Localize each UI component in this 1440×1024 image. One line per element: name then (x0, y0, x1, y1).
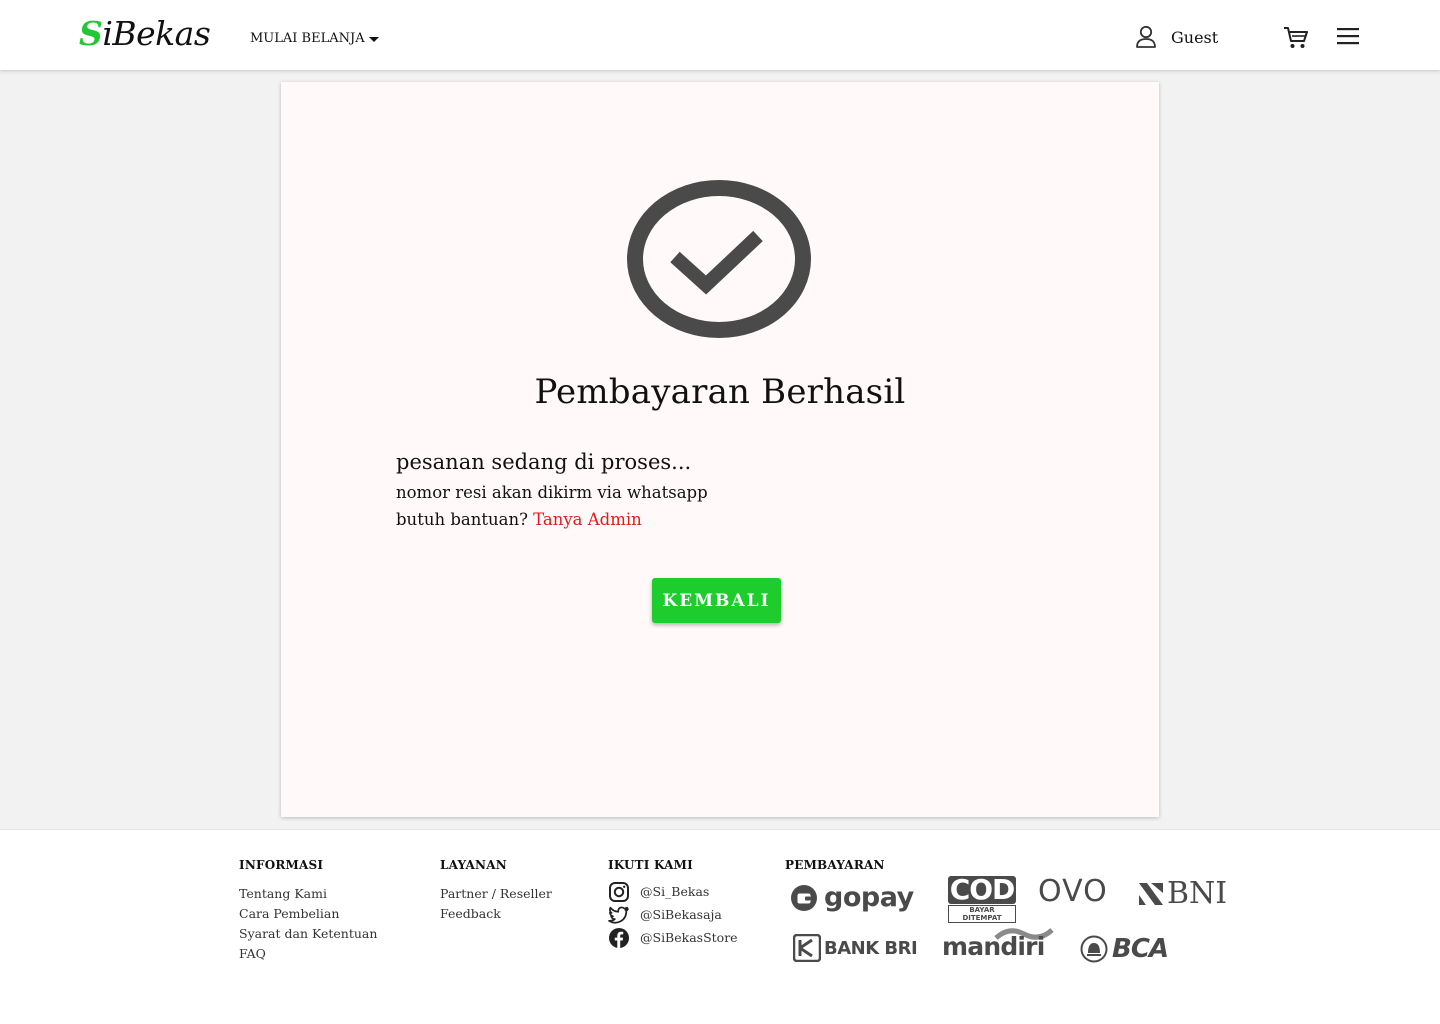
bri-logo: BANK BRI (793, 934, 918, 962)
success-check-icon (626, 179, 812, 339)
bri-mark-icon (793, 934, 821, 962)
bni-mark-icon (1139, 882, 1163, 905)
mandiri-text: mandiri (942, 932, 1045, 961)
footer-link-feedback[interactable]: Feedback (440, 904, 552, 924)
brand-logo[interactable]: SiBekas (79, 14, 211, 53)
footer-link-partner[interactable]: Partner / Reseller (440, 884, 552, 904)
user-label: Guest (1171, 27, 1219, 47)
footer-link-syarat[interactable]: Syarat dan Ketentuan (239, 924, 377, 944)
payment-success-card: Pembayaran Berhasil pesanan sedang di pr… (281, 82, 1159, 817)
facebook-link[interactable]: @SiBekasStore (608, 926, 738, 949)
footer-ikuti-kami: IKUTI KAMI @Si_Bekas @SiBekasaja @SiBeka… (608, 858, 738, 949)
hamburger-menu-button[interactable] (1337, 27, 1359, 49)
processing-message: pesanan sedang di proses... (396, 450, 692, 474)
bni-logo: BNI (1137, 876, 1227, 911)
instagram-handle: @Si_Bekas (640, 884, 710, 899)
gopay-logo: gopay (790, 882, 914, 913)
logo-text: iBekas (102, 14, 211, 53)
hamburger-icon (1337, 28, 1359, 45)
cod-logo: COD BAYAR DITEMPAT (948, 876, 1016, 923)
help-prefix: butuh bantuan? (396, 510, 528, 529)
top-navbar: SiBekas MULAI BELANJA Guest (0, 0, 1440, 70)
instagram-link[interactable]: @Si_Bekas (608, 880, 738, 903)
footer-informasi: INFORMASI Tentang Kami Cara Pembelian Sy… (239, 858, 377, 964)
footer-heading-layanan: LAYANAN (440, 858, 507, 872)
site-footer: INFORMASI Tentang Kami Cara Pembelian Sy… (0, 829, 1440, 1024)
shop-menu-dropdown[interactable]: MULAI BELANJA (250, 31, 379, 46)
cart-icon (1284, 27, 1308, 48)
bni-text: BNI (1167, 876, 1228, 911)
page-title: Pembayaran Berhasil (534, 372, 906, 412)
back-button[interactable]: KEMBALI (652, 578, 781, 623)
help-message: butuh bantuan? Tanya Admin (396, 510, 642, 529)
cod-text: COD (948, 873, 1016, 906)
gopay-text: gopay (824, 882, 914, 913)
footer-link-faq[interactable]: FAQ (239, 944, 377, 964)
cart-button[interactable] (1283, 26, 1309, 54)
ovo-text: OVO (1038, 874, 1108, 909)
footer-heading-pembayaran: PEMBAYARAN (785, 858, 885, 872)
footer-heading-informasi: INFORMASI (239, 858, 324, 872)
footer-layanan: LAYANAN Partner / Reseller Feedback (440, 858, 552, 924)
footer-link-tentang[interactable]: Tentang Kami (239, 884, 377, 904)
bca-text: BCA (1112, 934, 1169, 964)
resi-message: nomor resi akan dikirm via whatsapp (396, 483, 708, 502)
footer-pembayaran: PEMBAYARAN (785, 858, 885, 884)
bri-text: BANK BRI (824, 937, 918, 959)
mandiri-logo: mandiri (942, 926, 1057, 962)
instagram-icon (609, 881, 629, 902)
gopay-wallet-icon (791, 884, 817, 911)
user-account-button[interactable]: Guest (1135, 25, 1218, 49)
twitter-handle: @SiBekasaja (640, 907, 722, 922)
logo-initial: S (79, 14, 103, 53)
twitter-link[interactable]: @SiBekasaja (608, 903, 738, 926)
ovo-logo: OVO (1038, 874, 1108, 909)
user-icon (1136, 25, 1156, 48)
footer-heading-ikuti: IKUTI KAMI (608, 858, 693, 872)
bca-emblem-icon (1080, 935, 1108, 963)
twitter-icon (608, 906, 629, 923)
caret-down-icon (368, 37, 379, 42)
footer-link-cara-pembelian[interactable]: Cara Pembelian (239, 904, 377, 924)
contact-admin-link[interactable]: Tanya Admin (533, 510, 642, 529)
shop-menu-label: MULAI BELANJA (250, 31, 365, 46)
facebook-icon (609, 927, 629, 948)
facebook-handle: @SiBekasStore (640, 930, 738, 945)
bca-logo: BCA (1080, 934, 1169, 964)
cod-subtext: BAYAR DITEMPAT (948, 905, 1016, 923)
